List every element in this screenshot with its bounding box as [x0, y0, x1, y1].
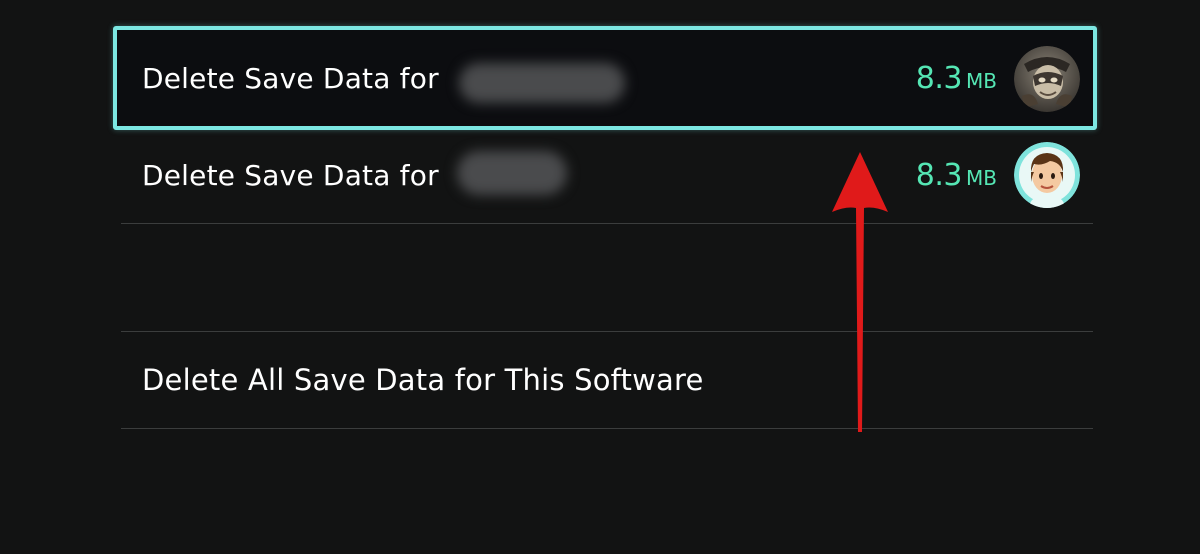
save-size: 8.3 MB	[916, 61, 997, 96]
save-data-list: Delete Save Data for 8.3 MB Delete Save …	[113, 26, 1097, 429]
mii-avatar-icon	[1014, 142, 1080, 208]
delete-user-save-label: Delete Save Data for	[142, 62, 439, 95]
delete-all-save-data-button[interactable]: Delete All Save Data for This Software	[121, 332, 1093, 429]
save-size-unit: MB	[966, 165, 997, 190]
delete-user-save-row[interactable]: Delete Save Data for 8.3 MB	[121, 127, 1093, 224]
empty-list-row	[121, 224, 1093, 332]
save-size-unit: MB	[966, 69, 997, 93]
save-size-value: 8.3	[915, 157, 963, 193]
redacted-username	[457, 151, 567, 195]
masked-character-avatar-icon	[1014, 45, 1080, 112]
delete-user-save-label: Delete Save Data for	[142, 158, 439, 192]
delete-all-save-data-label: Delete All Save Data for This Software	[142, 363, 704, 397]
redacted-username	[459, 63, 625, 103]
save-size-value: 8.3	[915, 61, 963, 96]
save-size: 8.3 MB	[916, 158, 997, 193]
save-data-management-screen: Delete Save Data for 8.3 MB Delete Save …	[0, 0, 1200, 554]
delete-user-save-row[interactable]: Delete Save Data for 8.3 MB	[113, 26, 1097, 130]
